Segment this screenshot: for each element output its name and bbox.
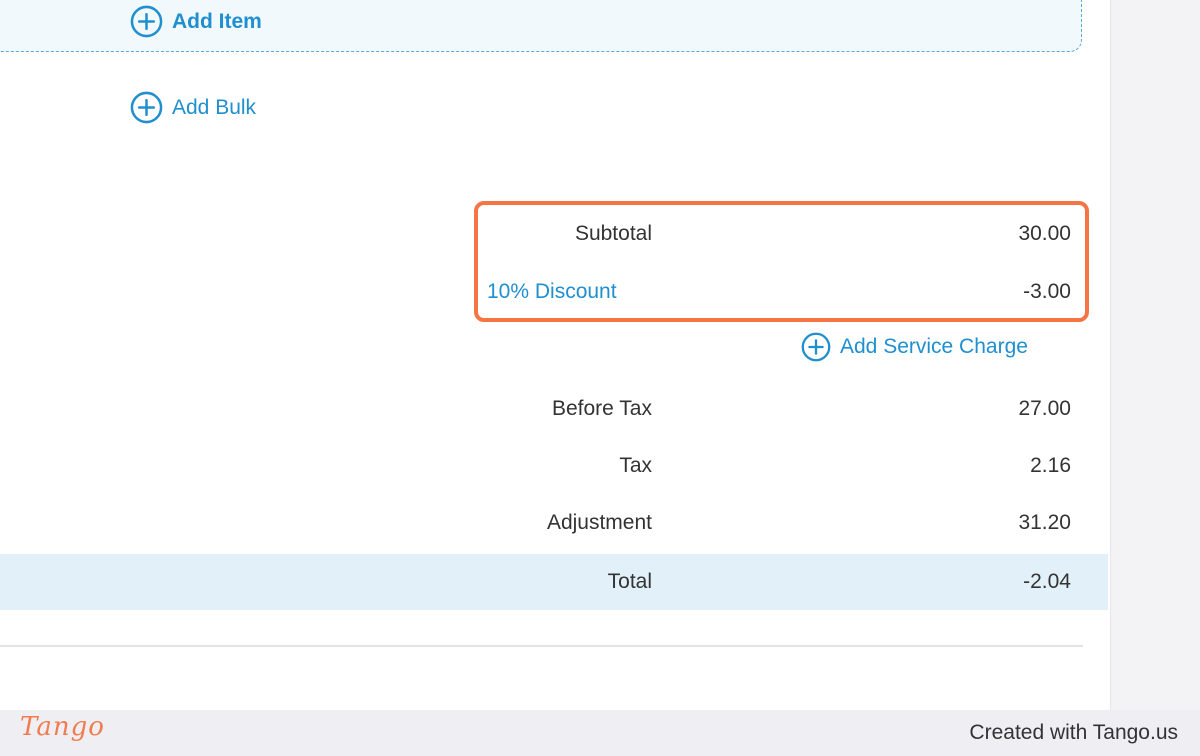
add-item-label: Add Item [172,9,262,33]
add-service-charge-button[interactable]: Add Service Charge [801,332,1028,362]
add-bulk-button[interactable]: Add Bulk [130,91,256,124]
tax-row: Tax 2.16 [0,438,1108,494]
section-divider [0,645,1083,647]
adjustment-label: Adjustment [546,511,652,534]
tango-logo[interactable]: Tango [20,712,105,742]
tax-value: 2.16 [1030,454,1071,477]
plus-circle-icon [130,91,163,124]
plus-circle-icon [801,332,831,362]
plus-circle-icon [130,5,163,38]
adjustment-value: 31.20 [1018,511,1071,534]
subtotal-value: 30.00 [1018,222,1071,245]
total-row: Total -2.04 [0,554,1108,610]
discount-link[interactable]: 10% Discount [487,280,617,304]
total-value: -2.04 [1023,570,1071,593]
add-bulk-label: Add Bulk [172,95,257,119]
subtotal-label: Subtotal [574,222,652,245]
created-with-text: Created with Tango.us [969,721,1178,744]
total-label: Total [607,570,652,593]
invoice-panel: Add Item Add Bulk Subtotal 30.00 10% Dis… [0,0,1111,710]
tax-label: Tax [619,454,652,477]
add-item-button[interactable]: Add Item [130,5,262,38]
tango-footer: Tango Created with Tango.us [0,710,1200,756]
discount-value: -3.00 [1023,280,1071,303]
before-tax-value: 27.00 [1018,397,1071,420]
discount-row: 10% Discount -3.00 [0,264,1108,320]
subtotal-row: Subtotal 30.00 [0,206,1108,262]
adjustment-row: Adjustment 31.20 [0,495,1108,551]
before-tax-label: Before Tax [551,397,652,420]
before-tax-row: Before Tax 27.00 [0,381,1108,437]
add-service-charge-label: Add Service Charge [840,335,1028,358]
